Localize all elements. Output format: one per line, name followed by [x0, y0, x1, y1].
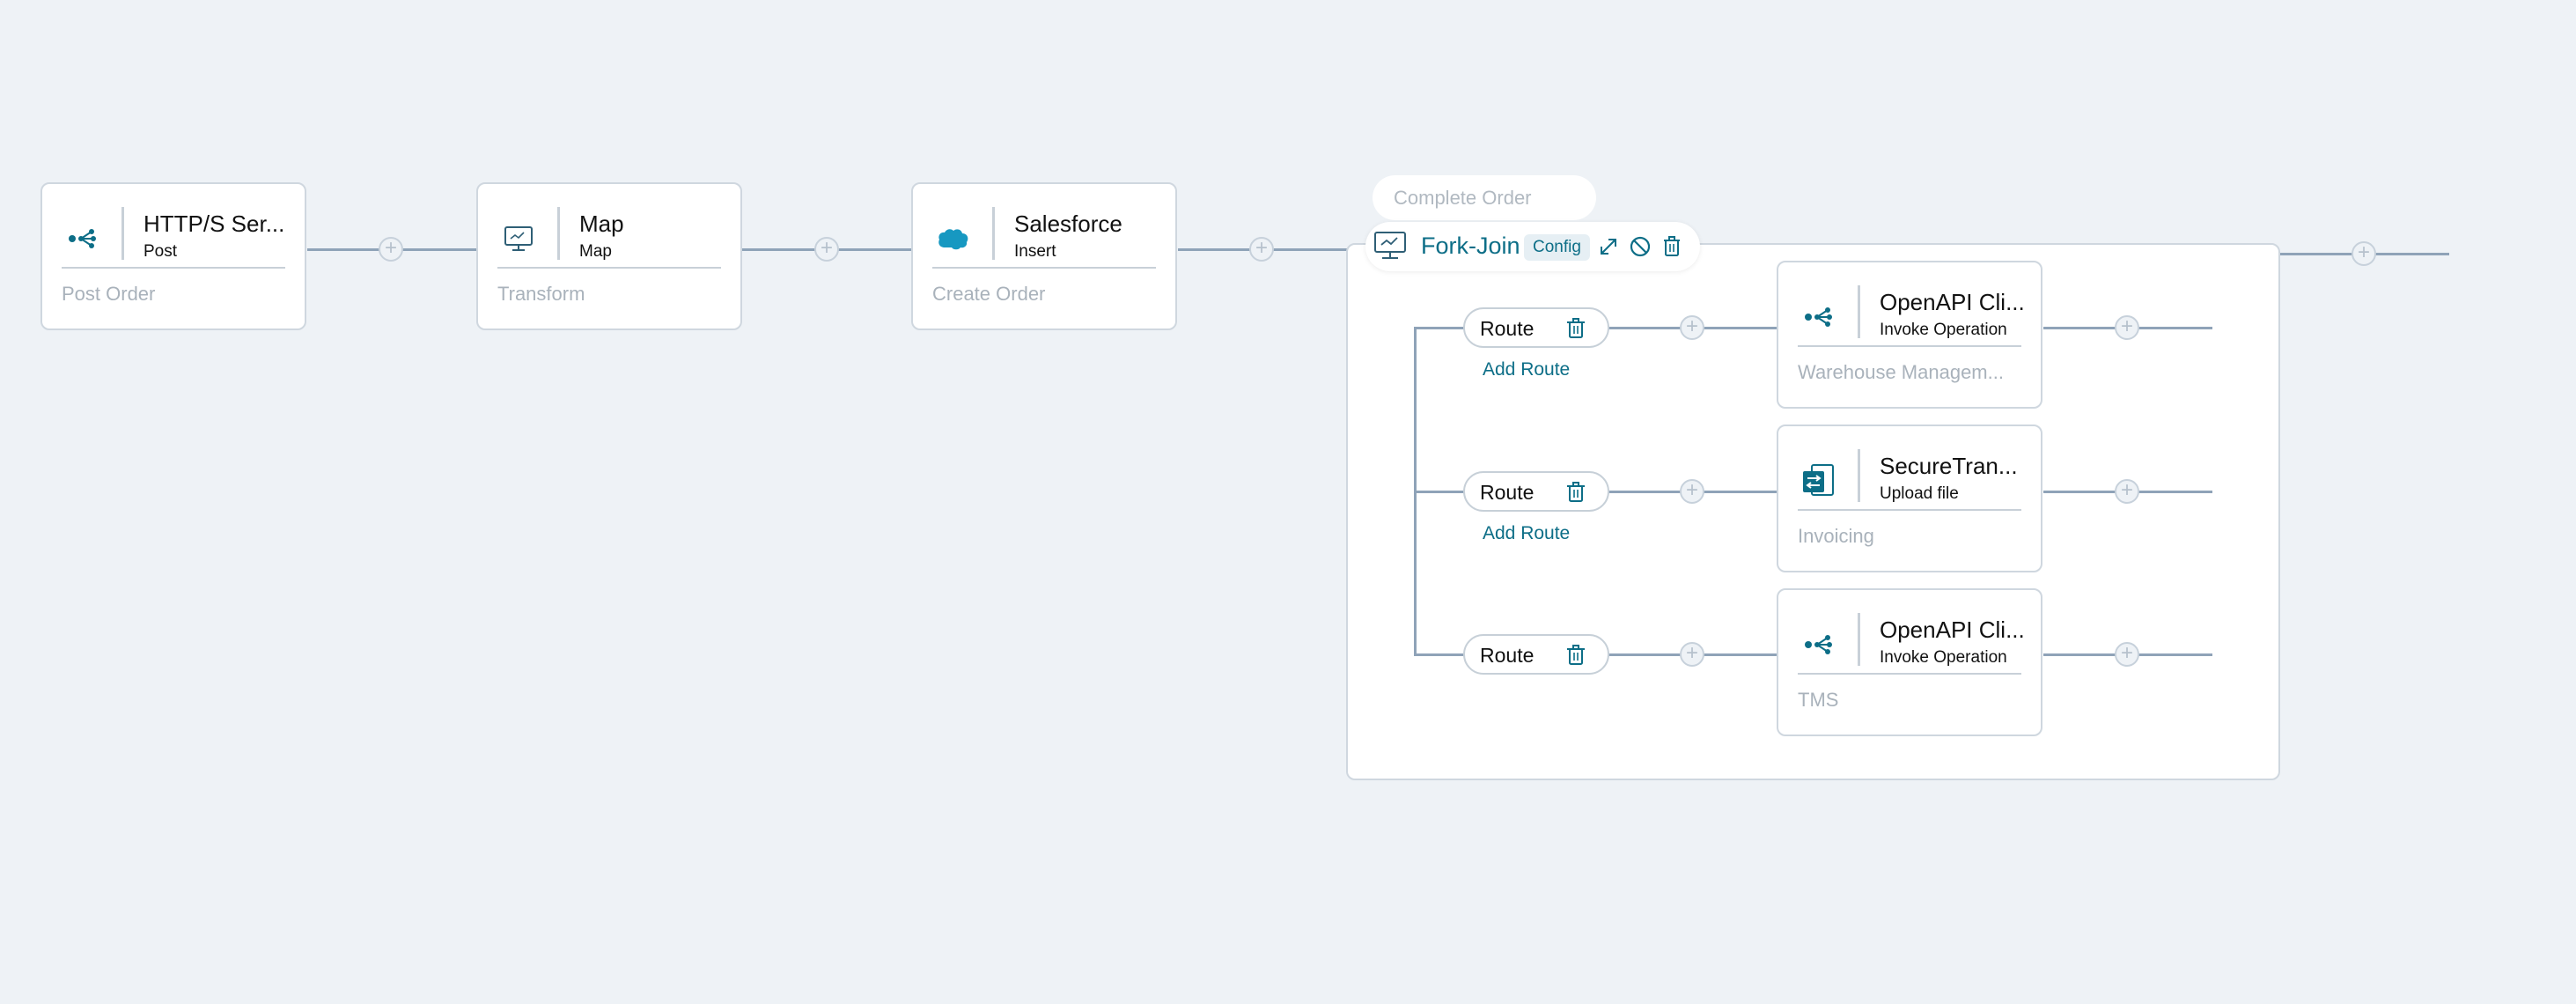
add-step-button[interactable]: +: [379, 237, 403, 262]
monitor-icon: [1373, 229, 1408, 264]
expand-icon[interactable]: [1596, 234, 1621, 259]
route-pill[interactable]: Route: [1463, 471, 1609, 512]
divider: [992, 207, 995, 260]
step-subtitle: Post: [144, 242, 178, 261]
step-card[interactable]: OpenAPI Cli... Invoke Operation Warehous…: [1777, 261, 2042, 409]
add-step-button[interactable]: +: [1249, 237, 1274, 262]
step-description: Post Order: [62, 283, 156, 305]
step-subtitle: Invoke Operation: [1880, 648, 2007, 667]
fork-join-title: Fork-Join: [1421, 233, 1520, 259]
trash-icon[interactable]: [1660, 234, 1684, 259]
flow-canvas: + + + + HTTP/S Ser... Post Post Order Ma…: [0, 0, 2576, 1004]
add-step-button[interactable]: +: [1680, 315, 1704, 340]
step-title: Salesforce: [1014, 210, 1122, 237]
route-label: Route: [1480, 481, 1535, 504]
step-description: Warehouse Managem...: [1798, 361, 2004, 383]
divider: [121, 207, 124, 260]
add-step-button[interactable]: +: [814, 237, 839, 262]
disable-icon[interactable]: [1628, 234, 1652, 259]
step-description: TMS: [1798, 689, 1839, 711]
step-description: Invoicing: [1798, 525, 1874, 547]
fork-join-name-input[interactable]: Complete Order: [1373, 175, 1596, 220]
step-card[interactable]: OpenAPI Cli... Invoke Operation TMS: [1777, 588, 2042, 736]
divider: [1798, 673, 2021, 675]
divider: [1798, 345, 2021, 347]
route-pill[interactable]: Route: [1463, 307, 1609, 348]
step-card[interactable]: HTTP/S Ser... Post Post Order: [40, 182, 306, 330]
connector-line: [1414, 653, 1464, 656]
add-step-button[interactable]: +: [2115, 479, 2139, 504]
add-step-button[interactable]: +: [1680, 642, 1704, 667]
trash-icon[interactable]: [1565, 644, 1586, 667]
connector-line: [1414, 327, 1464, 329]
divider: [497, 267, 721, 269]
route-label: Route: [1480, 317, 1535, 340]
route-label: Route: [1480, 644, 1535, 667]
step-title: SecureTran...: [1880, 453, 2018, 479]
step-description: Transform: [497, 283, 585, 305]
add-step-button[interactable]: +: [1680, 479, 1704, 504]
step-card[interactable]: SecureTran... Upload file Invoicing: [1777, 424, 2042, 572]
divider: [1858, 613, 1860, 666]
step-subtitle: Upload file: [1880, 484, 1959, 503]
step-title: OpenAPI Cli...: [1880, 616, 2025, 643]
add-route-link[interactable]: Add Route: [1483, 359, 1570, 380]
divider: [557, 207, 560, 260]
step-description: Create Order: [932, 283, 1046, 305]
divider: [1858, 285, 1860, 338]
step-card[interactable]: Map Map Transform: [476, 182, 742, 330]
monitor-icon: [501, 221, 536, 256]
endpoint-icon: [1801, 627, 1836, 662]
step-title: OpenAPI Cli...: [1880, 289, 2025, 315]
trash-icon[interactable]: [1565, 317, 1586, 340]
divider: [62, 267, 285, 269]
route-pill[interactable]: Route: [1463, 634, 1609, 675]
divider: [932, 267, 1156, 269]
add-step-button[interactable]: +: [2115, 315, 2139, 340]
add-route-link[interactable]: Add Route: [1483, 523, 1570, 544]
step-title: Map: [579, 210, 624, 237]
trash-icon[interactable]: [1565, 481, 1586, 504]
add-step-button[interactable]: +: [2352, 241, 2376, 266]
divider: [1798, 509, 2021, 511]
step-card[interactable]: Salesforce Insert Create Order: [911, 182, 1177, 330]
connector-line: [1414, 491, 1464, 493]
endpoint-icon: [1801, 299, 1836, 335]
divider: [1858, 449, 1860, 502]
fork-join-header: Fork-Join Config: [1365, 222, 1700, 271]
step-subtitle: Insert: [1014, 242, 1056, 261]
add-step-button[interactable]: +: [2115, 642, 2139, 667]
step-title: HTTP/S Ser...: [144, 210, 285, 237]
file-transfer-icon: [1801, 463, 1836, 498]
step-subtitle: Invoke Operation: [1880, 321, 2007, 339]
endpoint-icon: [65, 221, 100, 256]
step-subtitle: Map: [579, 242, 612, 261]
salesforce-icon: [936, 221, 971, 256]
config-button[interactable]: Config: [1524, 234, 1590, 261]
